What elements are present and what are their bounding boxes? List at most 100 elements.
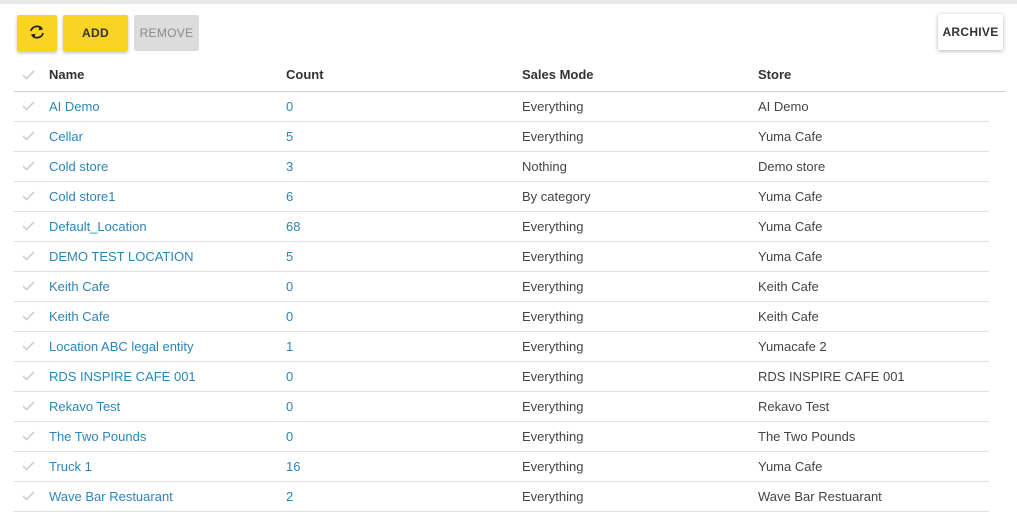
table-row[interactable]: DEMO TEST LOCATION 5 Everything Yuma Cafe xyxy=(14,242,989,272)
location-name-link[interactable]: Cold store xyxy=(49,152,108,182)
location-count-link[interactable]: 0 xyxy=(286,92,293,122)
table-row[interactable]: Rekavo Test 0 Everything Rekavo Test xyxy=(14,392,989,422)
locations-table: Name Count Sales Mode Store AI Demo 0 Ever… xyxy=(14,60,1006,512)
store-cell: Rekavo Test xyxy=(758,399,830,414)
table-header: Name Count Sales Mode Store xyxy=(14,60,1006,92)
table-row[interactable]: Cold store 3 Nothing Demo store xyxy=(14,152,989,182)
location-count-link[interactable]: 0 xyxy=(286,272,293,302)
store-cell: Yuma Cafe xyxy=(758,459,823,474)
column-header-store[interactable]: Store xyxy=(758,60,791,90)
row-checkbox[interactable] xyxy=(22,122,38,152)
table-row[interactable]: Default_Location 68 Everything Yuma Cafe xyxy=(14,212,989,242)
store-cell: AI Demo xyxy=(758,99,809,114)
location-count-link[interactable]: 2 xyxy=(286,482,293,512)
sales-mode-cell: Everything xyxy=(522,429,584,444)
sales-mode-cell: Everything xyxy=(522,459,584,474)
location-name-link[interactable]: AI Demo xyxy=(49,92,100,122)
row-checkbox[interactable] xyxy=(22,482,38,512)
table-row[interactable]: Keith Cafe 0 Everything Keith Cafe xyxy=(14,272,989,302)
row-checkbox[interactable] xyxy=(22,362,38,392)
row-checkbox[interactable] xyxy=(22,212,38,242)
table-row[interactable]: The Two Pounds 0 Everything The Two Pounds xyxy=(14,422,989,452)
sales-mode-cell: Everything xyxy=(522,99,584,114)
sales-mode-cell: Everything xyxy=(522,369,584,384)
checkmark-icon xyxy=(22,341,35,351)
checkmark-icon xyxy=(22,281,35,291)
sales-mode-cell: Nothing xyxy=(522,159,567,174)
location-name-link[interactable]: The Two Pounds xyxy=(49,422,146,452)
store-cell: Keith Cafe xyxy=(758,309,819,324)
row-checkbox[interactable] xyxy=(22,182,38,212)
sales-mode-cell: Everything xyxy=(522,489,584,504)
checkmark-icon xyxy=(22,491,35,501)
store-cell: The Two Pounds xyxy=(758,429,856,444)
table-row[interactable]: Wave Bar Restuarant 2 Everything Wave Bar R… xyxy=(14,482,989,512)
location-count-link[interactable]: 3 xyxy=(286,152,293,182)
location-name-link[interactable]: Rekavo Test xyxy=(49,392,120,422)
location-count-link[interactable]: 6 xyxy=(286,182,293,212)
checkmark-icon xyxy=(22,461,35,471)
location-count-link[interactable]: 5 xyxy=(286,122,293,152)
location-count-link[interactable]: 0 xyxy=(286,392,293,422)
table-row[interactable]: RDS INSPIRE CAFE 001 0 Everything RDS INSPI… xyxy=(14,362,989,392)
sales-mode-cell: Everything xyxy=(522,309,584,324)
column-header-name[interactable]: Name xyxy=(49,60,84,90)
location-name-link[interactable]: DEMO TEST LOCATION xyxy=(49,242,193,272)
store-cell: Yuma Cafe xyxy=(758,219,823,234)
location-name-link[interactable]: Wave Bar Restuarant xyxy=(49,482,173,512)
table-row[interactable]: AI Demo 0 Everything AI Demo xyxy=(14,92,989,122)
location-count-link[interactable]: 1 xyxy=(286,332,293,362)
location-name-link[interactable]: Location ABC legal entity xyxy=(49,332,194,362)
add-button[interactable]: ADD xyxy=(63,15,128,51)
column-header-sales-mode[interactable]: Sales Mode xyxy=(522,60,594,90)
store-cell: Demo store xyxy=(758,159,826,174)
location-count-link[interactable]: 5 xyxy=(286,242,293,272)
checkmark-icon xyxy=(22,131,35,141)
sales-mode-cell: Everything xyxy=(522,129,584,144)
refresh-icon xyxy=(27,23,47,44)
column-header-count[interactable]: Count xyxy=(286,60,324,90)
archive-button[interactable]: ARCHIVE xyxy=(938,14,1003,50)
select-all-checkbox[interactable] xyxy=(22,60,38,90)
location-name-link[interactable]: RDS INSPIRE CAFE 001 xyxy=(49,362,196,392)
location-name-link[interactable]: Truck 1 xyxy=(49,452,92,482)
location-count-link[interactable]: 68 xyxy=(286,212,300,242)
store-cell: Yuma Cafe xyxy=(758,129,823,144)
row-checkbox[interactable] xyxy=(22,332,38,362)
location-name-link[interactable]: Keith Cafe xyxy=(49,302,110,332)
location-name-link[interactable]: Cellar xyxy=(49,122,83,152)
row-checkbox[interactable] xyxy=(22,242,38,272)
row-checkbox[interactable] xyxy=(22,152,38,182)
row-checkbox[interactable] xyxy=(22,302,38,332)
location-count-link[interactable]: 0 xyxy=(286,362,293,392)
sales-mode-cell: Everything xyxy=(522,339,584,354)
table-row[interactable]: Truck 1 16 Everything Yuma Cafe xyxy=(14,452,989,482)
location-count-link[interactable]: 0 xyxy=(286,302,293,332)
table-row[interactable]: Location ABC legal entity 1 Everything Yuma… xyxy=(14,332,989,362)
sales-mode-cell: Everything xyxy=(522,279,584,294)
row-checkbox[interactable] xyxy=(22,392,38,422)
top-divider xyxy=(0,0,1017,4)
table-body: AI Demo 0 Everything AI Demo Cellar 5 Everythi… xyxy=(14,92,1006,512)
row-checkbox[interactable] xyxy=(22,92,38,122)
refresh-button[interactable] xyxy=(17,15,57,51)
location-count-link[interactable]: 0 xyxy=(286,422,293,452)
checkmark-icon xyxy=(22,401,35,411)
checkmark-icon xyxy=(22,70,35,80)
location-name-link[interactable]: Default_Location xyxy=(49,212,147,242)
row-checkbox[interactable] xyxy=(22,452,38,482)
table-row[interactable]: Cold store1 6 By category Yuma Cafe xyxy=(14,182,989,212)
location-count-link[interactable]: 16 xyxy=(286,452,300,482)
checkmark-icon xyxy=(22,251,35,261)
remove-button[interactable]: REMOVE xyxy=(134,15,199,51)
row-checkbox[interactable] xyxy=(22,422,38,452)
table-row[interactable]: Cellar 5 Everything Yuma Cafe xyxy=(14,122,989,152)
sales-mode-cell: Everything xyxy=(522,249,584,264)
store-cell: Keith Cafe xyxy=(758,279,819,294)
table-row[interactable]: Keith Cafe 0 Everything Keith Cafe xyxy=(14,302,989,332)
checkmark-icon xyxy=(22,191,35,201)
location-name-link[interactable]: Cold store1 xyxy=(49,182,115,212)
location-name-link[interactable]: Keith Cafe xyxy=(49,272,110,302)
row-checkbox[interactable] xyxy=(22,272,38,302)
sales-mode-cell: By category xyxy=(522,189,591,204)
